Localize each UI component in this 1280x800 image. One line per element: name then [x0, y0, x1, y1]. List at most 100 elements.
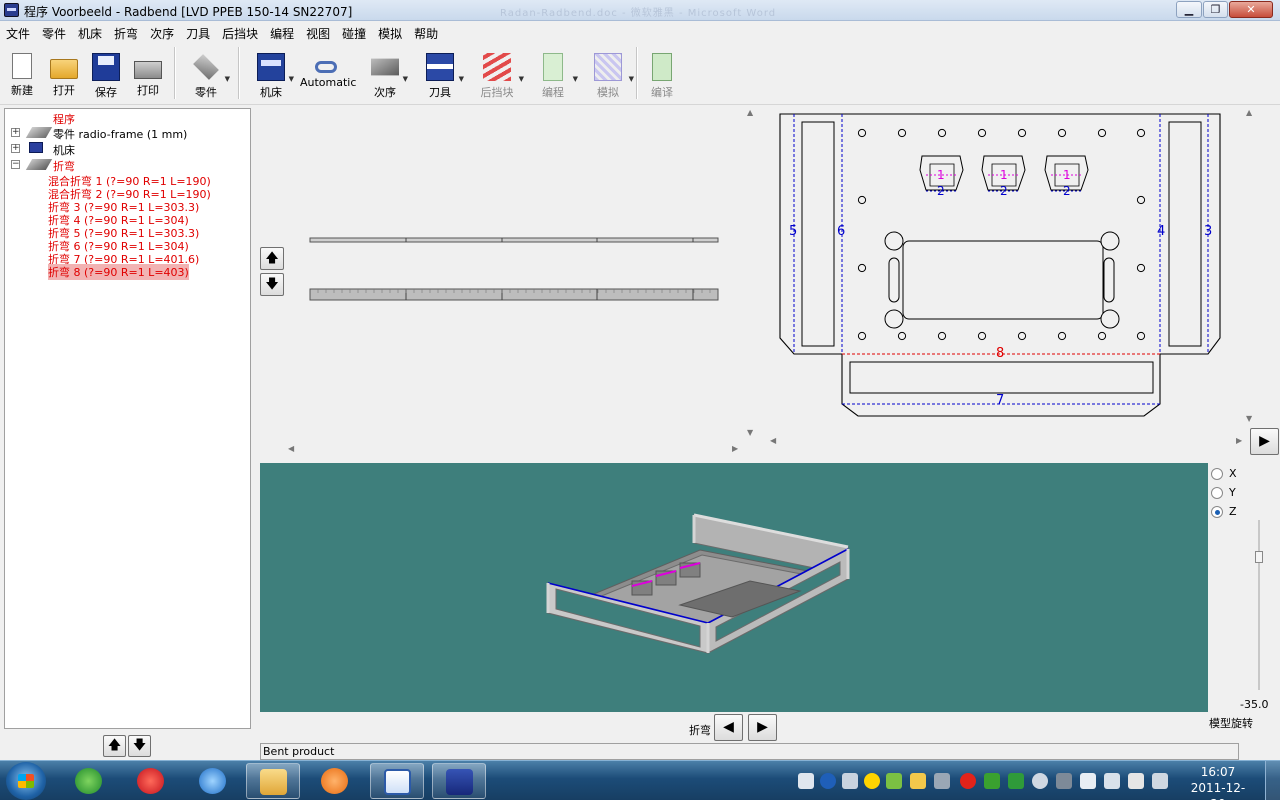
next-bend-button[interactable]: ▶: [748, 714, 777, 741]
tray-magnifier-icon[interactable]: [1032, 773, 1048, 789]
dropdown-arrow-icon[interactable]: ▼: [629, 75, 634, 83]
start-button[interactable]: [6, 762, 46, 800]
menu-backgauge[interactable]: 后挡块: [216, 22, 264, 42]
scroll-right-icon[interactable]: ▶: [732, 444, 738, 453]
taskbar-app-button[interactable]: [124, 763, 178, 799]
taskbar-word-button[interactable]: [370, 763, 424, 799]
dropdown-arrow-icon[interactable]: ▼: [289, 75, 294, 83]
dropdown-arrow-icon[interactable]: ▼: [519, 75, 524, 83]
tree-part-node[interactable]: 零件 radio-frame (1 mm): [53, 126, 187, 142]
machine-button[interactable]: 机床 ▼: [250, 45, 294, 101]
menu-part[interactable]: 零件: [36, 22, 72, 42]
bend-label-6[interactable]: 6: [837, 224, 845, 239]
taskbar-explorer-button[interactable]: [246, 763, 300, 799]
radbend-app-icon[interactable]: [4, 3, 19, 17]
axis-z-option[interactable]: Z: [1211, 505, 1237, 518]
menu-collision[interactable]: 碰撞: [336, 22, 372, 42]
expand-icon[interactable]: +: [11, 128, 20, 137]
scroll-down-icon[interactable]: ▼: [747, 428, 753, 437]
tree-bends-node[interactable]: 折弯: [53, 158, 75, 174]
simulate-button[interactable]: 模拟 ▼: [584, 45, 634, 101]
side-up-button[interactable]: 🡅: [260, 247, 284, 270]
bend-label-1[interactable]: 1: [937, 168, 945, 182]
scroll-up-icon[interactable]: ▲: [747, 108, 753, 117]
side-down-button[interactable]: 🡇: [260, 273, 284, 296]
print-button[interactable]: 打印: [130, 45, 166, 101]
collapse-icon[interactable]: −: [11, 160, 20, 169]
sequence-button[interactable]: 次序 ▼: [364, 45, 408, 101]
shield-icon[interactable]: [1008, 773, 1024, 789]
bend-label-8[interactable]: 8: [996, 346, 1004, 361]
bend-label-2[interactable]: 2: [1063, 184, 1071, 198]
tray-image-icon[interactable]: [886, 773, 902, 789]
rotation-slider-track[interactable]: [1258, 520, 1260, 690]
tray-network-icon[interactable]: [984, 773, 1000, 789]
tree-move-down-button[interactable]: 🡇: [128, 735, 151, 757]
tray-usb-icon[interactable]: [1056, 773, 1072, 789]
taskbar-media-button[interactable]: [308, 763, 362, 799]
scroll-right-icon[interactable]: ▶: [1236, 436, 1242, 445]
menu-file[interactable]: 文件: [0, 22, 36, 42]
dropdown-arrow-icon[interactable]: ▼: [225, 75, 230, 83]
tray-search-icon[interactable]: [910, 773, 926, 789]
bend-label-1[interactable]: 1: [1063, 168, 1071, 182]
tray-add-icon[interactable]: [864, 773, 880, 789]
menu-machine[interactable]: 机床: [72, 22, 108, 42]
bend-label-5[interactable]: 5: [789, 224, 797, 239]
backgauge-button[interactable]: 后挡块 ▼: [472, 45, 524, 101]
axis-x-option[interactable]: X: [1211, 467, 1237, 480]
dropdown-arrow-icon[interactable]: ▼: [459, 75, 464, 83]
tray-pen-icon[interactable]: [1152, 773, 1168, 789]
axis-y-option[interactable]: Y: [1211, 486, 1236, 499]
taskbar-browser-button[interactable]: [62, 763, 116, 799]
show-desktop-button[interactable]: [1265, 761, 1280, 800]
bend-label-3[interactable]: 3: [1204, 224, 1212, 239]
program-button[interactable]: 编程 ▼: [530, 45, 578, 101]
taskbar-ie-button[interactable]: [186, 763, 240, 799]
new-button[interactable]: 新建: [6, 45, 38, 101]
help-icon[interactable]: [820, 773, 836, 789]
open-button[interactable]: 打开: [46, 45, 82, 101]
tree-move-up-button[interactable]: 🡅: [103, 735, 126, 757]
compile-button[interactable]: 编译: [646, 45, 678, 101]
menu-simulate[interactable]: 模拟: [372, 22, 408, 42]
bend-label-7[interactable]: 7: [996, 393, 1004, 408]
bend-label-4[interactable]: 4: [1157, 224, 1165, 239]
tooling-button[interactable]: 刀具 ▼: [418, 45, 464, 101]
tray-tool-icon[interactable]: [934, 773, 950, 789]
flat-play-button[interactable]: ▶: [1250, 428, 1279, 455]
close-button[interactable]: ✕: [1229, 1, 1273, 18]
system-clock[interactable]: 16:07 2011-12-20: [1188, 764, 1248, 800]
3d-model-view[interactable]: [260, 463, 1208, 712]
tree-root-program[interactable]: 程序: [53, 111, 75, 127]
bend-label-2[interactable]: 2: [937, 184, 945, 198]
part-button[interactable]: 零件 ▼: [184, 45, 230, 101]
scroll-left-icon[interactable]: ◀: [770, 436, 776, 445]
scroll-down-icon[interactable]: ▼: [1246, 414, 1252, 423]
tree-machine-node[interactable]: 机床: [53, 142, 75, 158]
maximize-button[interactable]: ❐: [1203, 1, 1228, 18]
scroll-left-icon[interactable]: ◀: [288, 444, 294, 453]
menu-tooling[interactable]: 刀具: [180, 22, 216, 42]
menu-program[interactable]: 编程: [264, 22, 300, 42]
program-tree[interactable]: 程序 + 零件 radio-frame (1 mm) + 机床 − 折弯 混合折…: [4, 108, 251, 729]
tray-phone-icon[interactable]: [1080, 773, 1096, 789]
dropdown-arrow-icon[interactable]: ▼: [573, 75, 578, 83]
scroll-up-icon[interactable]: ▲: [1246, 108, 1252, 117]
save-button[interactable]: 保存: [88, 45, 124, 101]
menu-view[interactable]: 视图: [300, 22, 336, 42]
dropdown-arrow-icon[interactable]: ▼: [403, 75, 408, 83]
minimize-button[interactable]: ▁: [1176, 1, 1202, 18]
automatic-button[interactable]: Automatic: [300, 45, 356, 101]
tray-swirl-icon[interactable]: [960, 773, 976, 789]
tray-device-icon[interactable]: [1128, 773, 1144, 789]
rotation-slider-thumb[interactable]: [1255, 551, 1263, 563]
previous-bend-button[interactable]: ◀: [714, 714, 743, 741]
volume-icon[interactable]: [1104, 773, 1120, 789]
menu-sequence[interactable]: 次序: [144, 22, 180, 42]
bend-label-1[interactable]: 1: [1000, 168, 1008, 182]
taskbar-radbend-button[interactable]: [432, 763, 486, 799]
menu-bend[interactable]: 折弯: [108, 22, 144, 42]
bend-label-2[interactable]: 2: [1000, 184, 1008, 198]
tray-settings-icon[interactable]: [842, 773, 858, 789]
